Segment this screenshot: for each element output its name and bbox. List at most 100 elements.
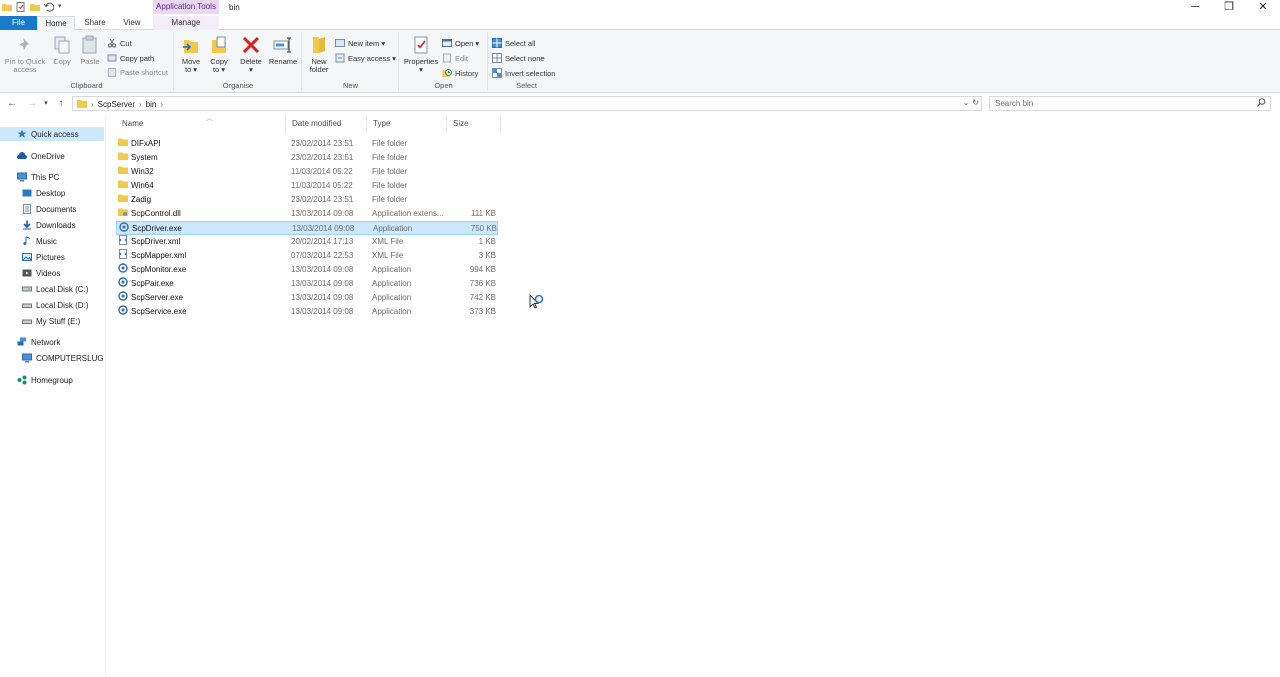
new-folder-button[interactable]: New folder — [306, 34, 332, 74]
nav-homegroup[interactable]: Homegroup — [0, 373, 104, 387]
search-icon[interactable] — [1257, 98, 1266, 109]
copy-path-button[interactable]: Copy path — [107, 52, 154, 64]
tab-view[interactable]: View — [115, 16, 149, 30]
network-icon — [17, 337, 27, 347]
pin-to-quick-access-button[interactable]: Pin to Quick access — [3, 34, 47, 74]
file-row[interactable]: ScpMapper.xml 07/03/2014 22:53 XML File … — [116, 249, 498, 263]
copy-path-icon — [107, 53, 117, 63]
nav-label: Downloads — [36, 220, 76, 230]
file-date: 13/03/2014 09:08 — [291, 307, 354, 316]
refresh-icon[interactable]: ↻ — [972, 98, 979, 107]
minimize-button[interactable]: ─ — [1178, 0, 1212, 16]
forward-arrow-icon[interactable]: → — [25, 97, 39, 111]
file-row[interactable]: ScpMonitor.exe 13/03/2014 09:08 Applicat… — [116, 263, 498, 277]
file-row[interactable]: Zadig 23/02/2014 23:51 File folder — [116, 193, 498, 207]
file-row[interactable]: ScpDriver.exe 13/03/2014 09:08 Applicati… — [116, 221, 498, 235]
file-date: 13/03/2014 09:08 — [291, 209, 354, 218]
documents-icon — [22, 204, 32, 214]
file-row[interactable]: System 23/02/2014 23:51 File folder — [116, 151, 498, 165]
file-row[interactable]: Win32 11/03/2014 05:22 File folder — [116, 165, 498, 179]
nav-this-pc[interactable]: This PC — [0, 170, 104, 184]
tab-home[interactable]: Home — [37, 16, 75, 31]
nav-desktop[interactable]: Desktop — [0, 186, 104, 200]
breadcrumb-item[interactable]: bin — [146, 100, 157, 109]
nav-pictures[interactable]: Pictures — [0, 250, 104, 264]
select-all-button[interactable]: Select all — [492, 37, 535, 49]
nav-label: Music — [36, 236, 57, 246]
edit-label: Edit — [455, 53, 468, 63]
qat-dropdown-icon[interactable]: ▾ — [58, 2, 68, 12]
close-button[interactable]: ✕ — [1246, 0, 1280, 16]
videos-icon — [22, 268, 32, 278]
address-dropdown-icon[interactable]: ⌄ — [963, 98, 970, 107]
column-header-size[interactable]: Size — [447, 116, 501, 132]
select-none-button[interactable]: Select none — [492, 52, 545, 64]
cut-button[interactable]: Cut — [107, 37, 132, 49]
select-none-icon — [492, 53, 502, 63]
file-row[interactable]: ScpControl.dll 13/03/2014 09:08 Applicat… — [116, 207, 498, 221]
file-row[interactable]: ScpDriver.xml 20/02/2014 17:13 XML File … — [116, 235, 498, 249]
file-row[interactable]: Win64 11/03/2014 05:22 File folder — [116, 179, 498, 193]
nav-label: Homegroup — [31, 375, 73, 385]
tab-share[interactable]: Share — [78, 16, 112, 30]
breadcrumb-separator[interactable]: › — [160, 100, 163, 109]
column-header-name[interactable]: ︿ Name — [116, 115, 286, 132]
tab-manage[interactable]: Manage — [153, 16, 219, 30]
file-row[interactable]: ScpService.exe 13/03/2014 09:08 Applicat… — [116, 305, 498, 319]
copy-to-button[interactable]: Copy to ▾ — [206, 34, 232, 74]
open-button[interactable]: Open ▾ — [442, 37, 479, 49]
paste-button[interactable]: Paste — [78, 34, 102, 66]
nav-label: Desktop — [36, 188, 66, 198]
recent-locations-icon[interactable]: ▾ — [39, 97, 53, 111]
restore-button[interactable]: ❐ — [1212, 0, 1246, 16]
properties-qat-icon[interactable] — [16, 2, 26, 12]
nav-computer[interactable]: COMPUTERSLUGGI — [0, 351, 104, 365]
breadcrumb-separator[interactable]: › — [139, 100, 142, 109]
file-type: File folder — [372, 139, 408, 148]
busy-cursor-icon — [528, 293, 546, 313]
copy-to-icon — [208, 34, 230, 56]
new-item-button[interactable]: New item ▾ — [335, 37, 385, 49]
nav-network[interactable]: Network — [0, 335, 104, 349]
up-arrow-icon[interactable]: ↑ — [54, 97, 68, 111]
delete-button[interactable]: Delete ▾ — [238, 34, 264, 74]
nav-onedrive[interactable]: OneDrive — [0, 149, 104, 163]
folder-icon — [118, 179, 128, 189]
column-label: Type — [373, 119, 391, 128]
new-folder-label-2: folder — [309, 65, 329, 74]
address-bar[interactable]: › ScpServer › bin › ⌄ ↻ — [72, 96, 982, 111]
column-header-type[interactable]: Type — [367, 116, 447, 132]
rename-button[interactable]: Rename — [268, 34, 298, 66]
invert-selection-button[interactable]: Invert selection — [492, 67, 555, 79]
easy-access-button[interactable]: Easy access ▾ — [335, 52, 396, 64]
nav-local-disk-d[interactable]: Local Disk (D:) — [0, 298, 104, 312]
move-to-button[interactable]: Move to ▾ — [178, 34, 204, 74]
column-header-date[interactable]: Date modified — [286, 116, 367, 132]
nav-music[interactable]: Music — [0, 234, 104, 248]
new-folder-qat-icon[interactable] — [30, 2, 40, 12]
tab-file[interactable]: File — [0, 16, 37, 30]
search-input[interactable] — [990, 97, 1250, 110]
file-date: 23/02/2014 23:51 — [291, 195, 354, 204]
search-box[interactable] — [989, 96, 1271, 111]
folder-icon — [77, 99, 87, 110]
paste-shortcut-button[interactable]: Paste shortcut — [107, 66, 168, 78]
file-size: 742 KB — [469, 293, 496, 302]
nav-videos[interactable]: Videos — [0, 266, 104, 280]
properties-button[interactable]: Properties ▾ — [402, 34, 440, 74]
edit-button[interactable]: Edit — [442, 52, 468, 64]
history-button[interactable]: History — [442, 67, 478, 79]
nav-local-disk-c[interactable]: Local Disk (C:) — [0, 282, 104, 296]
undo-icon[interactable] — [43, 2, 55, 12]
breadcrumb-separator[interactable]: › — [91, 100, 94, 109]
breadcrumb-item[interactable]: ScpServer — [98, 100, 135, 109]
file-row[interactable]: ScpServer.exe 13/03/2014 09:08 Applicati… — [116, 291, 498, 305]
file-row[interactable]: ScpPair.exe 13/03/2014 09:08 Application… — [116, 277, 498, 291]
nav-my-stuff-e[interactable]: My Stuff (E:) — [0, 314, 104, 328]
nav-documents[interactable]: Documents — [0, 202, 104, 216]
file-row[interactable]: DIFxAPI 23/02/2014 23:51 File folder — [116, 137, 498, 151]
back-arrow-icon[interactable]: ← — [5, 97, 19, 111]
nav-quick-access[interactable]: Quick access — [0, 127, 104, 141]
nav-downloads[interactable]: Downloads — [0, 218, 104, 232]
copy-button[interactable]: Copy — [50, 34, 74, 66]
